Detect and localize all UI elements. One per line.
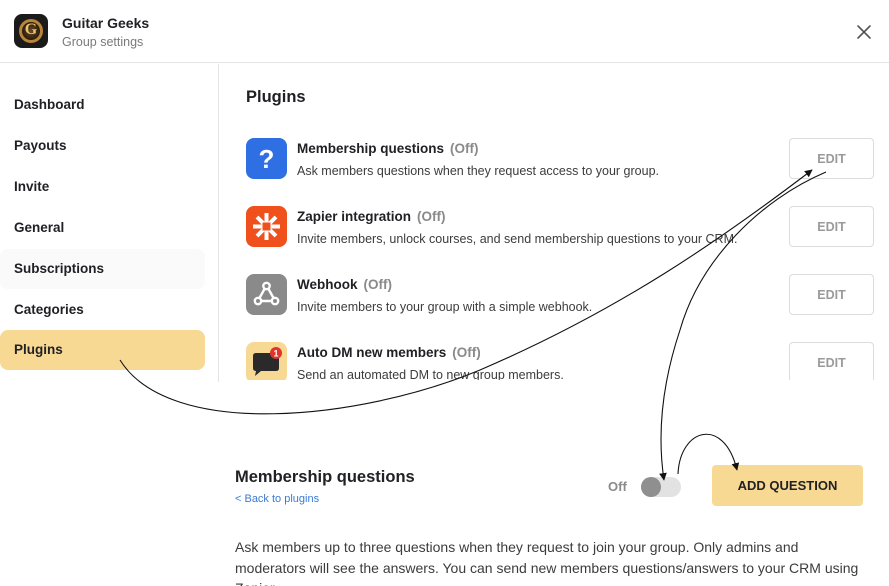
membership-questions-title: Membership questions: [235, 468, 415, 486]
svg-text:?: ?: [259, 144, 275, 174]
plugin-description: Invite members to your group with a simp…: [297, 300, 593, 314]
plugin-status: (Off): [363, 277, 392, 292]
plugin-status: (Off): [450, 141, 479, 156]
sidebar: Dashboard Payouts Invite General Subscri…: [0, 64, 219, 382]
plugin-name: Webhook (Off): [297, 277, 392, 292]
plugin-description: Invite members, unlock courses, and send…: [297, 232, 738, 246]
add-question-button[interactable]: ADD QUESTION: [712, 465, 863, 506]
edit-webhook-button[interactable]: EDIT: [789, 274, 874, 315]
plugin-row-membership-questions: ? Membership questions (Off) Ask members …: [246, 138, 874, 182]
webhook-icon: [246, 274, 287, 315]
edit-zapier-button[interactable]: EDIT: [789, 206, 874, 247]
group-name: Guitar Geeks: [62, 15, 150, 31]
plugin-description: Ask members questions when they request …: [297, 164, 659, 178]
page-subtitle: Group settings: [62, 35, 144, 49]
close-icon: [857, 25, 871, 39]
plugin-status: (Off): [452, 345, 481, 360]
zapier-icon: [246, 206, 287, 247]
close-button[interactable]: [852, 20, 876, 44]
toggle-knob: [641, 477, 661, 497]
membership-questions-toggle[interactable]: [641, 477, 681, 497]
plugins-title: Plugins: [246, 88, 306, 106]
sidebar-item-dashboard[interactable]: Dashboard: [0, 85, 205, 125]
sidebar-item-categories[interactable]: Categories: [0, 290, 205, 330]
plugin-name: Auto DM new members (Off): [297, 345, 481, 360]
sidebar-item-payouts[interactable]: Payouts: [0, 126, 205, 166]
plugin-name: Zapier integration (Off): [297, 209, 446, 224]
panel-cutoff: [219, 380, 889, 384]
header: G Guitar Geeks Group settings: [0, 0, 889, 63]
group-logo: G: [14, 14, 48, 48]
back-to-plugins-link[interactable]: < Back to plugins: [235, 493, 319, 505]
edit-auto-dm-button[interactable]: EDIT: [789, 342, 874, 383]
membership-questions-description: Ask members up to three questions when t…: [235, 539, 859, 586]
plugin-name: Membership questions (Off): [297, 141, 479, 156]
sidebar-item-invite[interactable]: Invite: [0, 167, 205, 207]
notification-badge: 1: [273, 349, 278, 359]
chat-bubble-icon: 1: [246, 342, 287, 383]
plugin-status: (Off): [417, 209, 446, 224]
sidebar-item-general[interactable]: General: [0, 208, 205, 248]
sidebar-item-subscriptions[interactable]: Subscriptions: [0, 249, 205, 289]
question-mark-icon: ?: [246, 138, 287, 179]
plugin-row-zapier: Zapier integration (Off) Invite members, …: [246, 206, 874, 250]
logo-letter: G: [24, 21, 38, 38]
edit-membership-questions-button[interactable]: EDIT: [789, 138, 874, 179]
plugin-row-webhook: Webhook (Off) Invite members to your grou…: [246, 274, 874, 318]
sidebar-item-plugins[interactable]: Plugins: [0, 330, 205, 370]
toggle-label: Off: [608, 479, 627, 494]
